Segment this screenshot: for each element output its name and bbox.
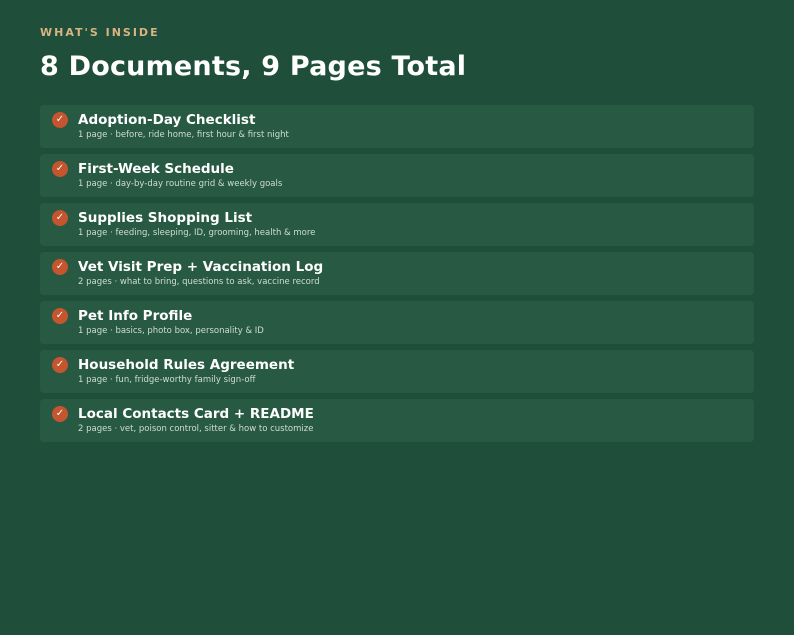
check-icon: ✓ xyxy=(52,210,68,226)
document-title: Adoption-Day Checklist xyxy=(78,112,256,128)
document-subtitle: 1 page · fun, fridge-worthy family sign-… xyxy=(78,375,256,385)
document-title: Local Contacts Card + README xyxy=(78,406,314,422)
document-title: Pet Info Profile xyxy=(78,308,193,324)
document-item-first-week-schedule: ✓ First-Week Schedule 1 page · day-by-da… xyxy=(40,154,754,197)
check-icon: ✓ xyxy=(52,357,68,373)
document-item-local-contacts-card: ✓ Local Contacts Card + README 2 pages ·… xyxy=(40,399,754,442)
section-eyebrow: WHAT'S INSIDE xyxy=(40,26,160,39)
document-title: Vet Visit Prep + Vaccination Log xyxy=(78,259,324,275)
check-icon: ✓ xyxy=(52,259,68,275)
document-subtitle: 1 page · basics, photo box, personality … xyxy=(78,326,264,336)
document-subtitle: 1 page · before, ride home, first hour &… xyxy=(78,130,289,140)
check-icon: ✓ xyxy=(52,112,68,128)
document-subtitle: 2 pages · what to bring, questions to as… xyxy=(78,277,320,287)
check-icon: ✓ xyxy=(52,161,68,177)
document-item-pet-info-profile: ✓ Pet Info Profile 1 page · basics, phot… xyxy=(40,301,754,344)
document-item-vet-visit-prep: ✓ Vet Visit Prep + Vaccination Log 2 pag… xyxy=(40,252,754,295)
document-list: ✓ Adoption-Day Checklist 1 page · before… xyxy=(40,105,754,442)
document-title: Supplies Shopping List xyxy=(78,210,253,226)
document-title: First-Week Schedule xyxy=(78,161,234,177)
page: WHAT'S INSIDE 8 Documents, 9 Pages Total… xyxy=(0,0,794,635)
document-title: Household Rules Agreement xyxy=(78,357,295,373)
document-item-adoption-day-checklist: ✓ Adoption-Day Checklist 1 page · before… xyxy=(40,105,754,148)
document-item-household-rules: ✓ Household Rules Agreement 1 page · fun… xyxy=(40,350,754,393)
page-title: 8 Documents, 9 Pages Total xyxy=(40,51,467,82)
document-item-supplies-shopping-list: ✓ Supplies Shopping List 1 page · feedin… xyxy=(40,203,754,246)
check-icon: ✓ xyxy=(52,308,68,324)
check-icon: ✓ xyxy=(52,406,68,422)
document-subtitle: 1 page · feeding, sleeping, ID, grooming… xyxy=(78,228,316,238)
document-subtitle: 1 page · day-by-day routine grid & weekl… xyxy=(78,179,283,189)
document-subtitle: 2 pages · vet, poison control, sitter & … xyxy=(78,424,314,434)
